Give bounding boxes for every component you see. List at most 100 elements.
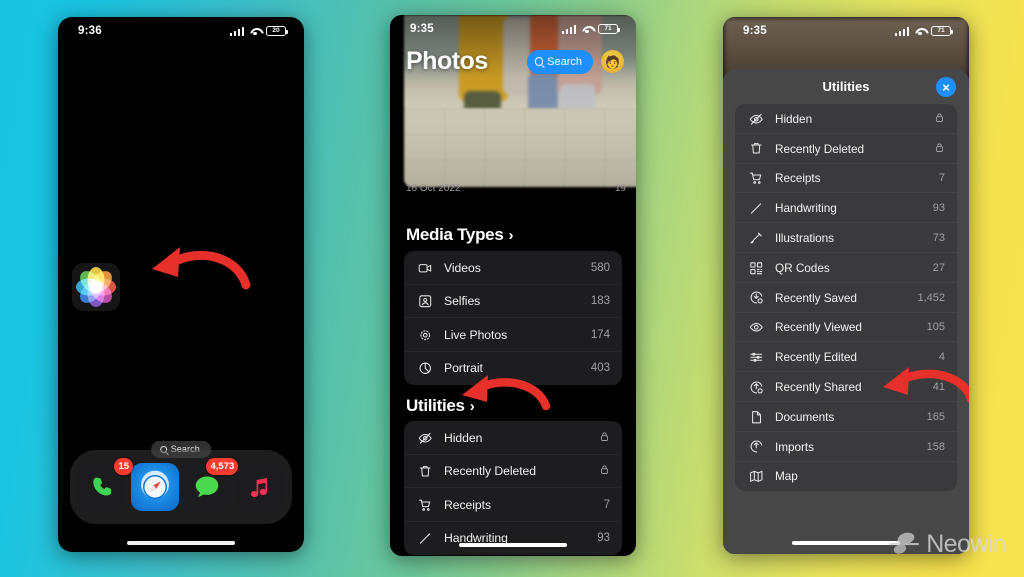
sliders-icon: [748, 349, 764, 365]
wifi-icon: [914, 27, 926, 36]
row-value: 7: [938, 172, 945, 185]
row-label: Videos: [444, 260, 481, 275]
eye-slash-icon: [748, 111, 764, 127]
neowin-label: Neowin: [926, 529, 1006, 558]
row-illustrations[interactable]: Illustrations 73: [735, 223, 957, 253]
portrait-aperture-icon: [417, 360, 433, 376]
eye-slash-icon: [417, 430, 433, 446]
trash-icon: [748, 141, 764, 157]
row-label: Documents: [775, 409, 835, 424]
sheet-header: Utilities ×: [723, 69, 969, 104]
row-label: Recently Viewed: [775, 320, 862, 335]
row-label: Map: [775, 469, 798, 484]
row-imports[interactable]: Imports 158: [735, 432, 957, 462]
status-time: 9:35: [743, 25, 767, 37]
search-icon: [534, 57, 544, 66]
annotation-arrow-to-photos-icon: [152, 247, 251, 290]
row-selfies[interactable]: Selfies 183: [404, 285, 622, 319]
row-recently saved[interactable]: Recently Saved 1,452: [735, 283, 957, 313]
row-value: 165: [926, 410, 945, 423]
download-clock-icon: [748, 290, 764, 306]
section-title: Media Types: [406, 225, 504, 244]
trash-icon: [417, 463, 433, 479]
status-time: 9:36: [78, 25, 102, 37]
utilities-card: Hidden Recently Deleted Receipts 7 Handw…: [404, 421, 622, 555]
row-handwriting[interactable]: Handwriting 93: [404, 522, 622, 556]
dock-app-phone[interactable]: 15: [78, 458, 134, 511]
battery-level: 71: [937, 26, 945, 34]
row-qr codes[interactable]: QR Codes 27: [735, 253, 957, 283]
photos-app-header: Photos Search 🧑: [406, 47, 624, 76]
neowin-logo-icon: [889, 529, 920, 559]
media-types-card: Videos 580 Selfies 183 Live Photos 174 P…: [404, 251, 622, 385]
wifi-icon: [581, 25, 593, 34]
row-documents[interactable]: Documents 165: [735, 402, 957, 432]
lock-icon: [599, 464, 610, 478]
row-map[interactable]: Map: [735, 462, 957, 492]
lock-icon: [934, 142, 945, 156]
lock-icon: [599, 431, 610, 445]
photos-app-icon[interactable]: [72, 263, 120, 311]
row-value: 183: [590, 295, 610, 308]
battery-icon: 71: [931, 26, 953, 36]
eye-icon: [748, 319, 764, 335]
row-recently viewed[interactable]: Recently Viewed 105: [735, 313, 957, 343]
status-bar-phone3: 9:35 71: [723, 17, 969, 45]
row-label: Receipts: [444, 497, 492, 512]
row-handwriting[interactable]: Handwriting 93: [735, 193, 957, 223]
import-icon: [748, 439, 764, 455]
phone-photos-app: 9:35 71 Photos Search 🧑 16 Oct 2022 19 M…: [390, 15, 636, 556]
row-label: Illustrations: [775, 231, 835, 246]
row-receipts[interactable]: Receipts 7: [404, 488, 622, 522]
chevron-right-icon: ›: [508, 226, 514, 244]
row-hidden[interactable]: Hidden: [735, 104, 957, 134]
row-label: Selfies: [444, 294, 481, 309]
row-label: Recently Deleted: [775, 141, 865, 156]
home-indicator: [459, 543, 567, 547]
live-photo-icon: [417, 327, 433, 343]
dock-app-messages[interactable]: 4,573: [183, 458, 239, 511]
row-label: Hidden: [444, 430, 483, 445]
phone-home-screen: 9:36 20 Search 15 4,573: [58, 17, 304, 552]
row-value: 93: [932, 202, 945, 215]
photo-date-row: 16 Oct 2022 19: [406, 183, 626, 194]
video-camera-icon: [417, 260, 433, 276]
row-receipts[interactable]: Receipts 7: [735, 164, 957, 194]
row-videos[interactable]: Videos 580: [404, 251, 622, 285]
row-hidden[interactable]: Hidden: [404, 421, 622, 455]
row-value: 93: [597, 532, 610, 545]
close-label: ×: [942, 79, 950, 95]
search-button[interactable]: Search: [526, 49, 593, 74]
row-recently deleted[interactable]: Recently Deleted: [404, 455, 622, 489]
dock-app-safari[interactable]: [130, 463, 179, 511]
row-live photos[interactable]: Live Photos 174: [404, 318, 622, 352]
pencil-icon: [417, 530, 433, 546]
close-circle-icon[interactable]: ×: [936, 77, 956, 97]
home-indicator: [127, 541, 235, 545]
home-indicator: [792, 541, 900, 545]
lock-icon: [934, 112, 945, 126]
row-label: Hidden: [775, 111, 813, 126]
dock-app-music[interactable]: [235, 463, 284, 511]
row-value: 4: [938, 351, 945, 364]
row-recently shared[interactable]: Recently Shared 41: [735, 372, 957, 402]
row-recently edited[interactable]: Recently Edited 4: [735, 342, 957, 372]
row-recently deleted[interactable]: Recently Deleted: [735, 134, 957, 164]
cellular-bars-icon: [894, 26, 909, 36]
pencil-icon: [748, 200, 764, 216]
neowin-watermark: Neowin: [889, 529, 1007, 559]
row-label: Imports: [775, 439, 814, 454]
user-avatar-icon[interactable]: 🧑: [601, 50, 624, 73]
row-portrait[interactable]: Portrait 403: [404, 352, 622, 386]
utilities-section-header[interactable]: Utilities ›: [406, 396, 475, 416]
row-value: 580: [590, 261, 610, 274]
dock: 15 4,573: [70, 450, 292, 524]
row-label: Handwriting: [775, 201, 837, 216]
sheet-title: Utilities: [822, 79, 870, 94]
safari-app-icon: [130, 463, 179, 511]
media-types-section-header[interactable]: Media Types ›: [406, 225, 513, 245]
battery-icon: 71: [598, 24, 620, 34]
section-title: Utilities: [406, 396, 465, 415]
row-value: 1,452: [917, 291, 945, 304]
wifi-icon: [249, 27, 261, 36]
